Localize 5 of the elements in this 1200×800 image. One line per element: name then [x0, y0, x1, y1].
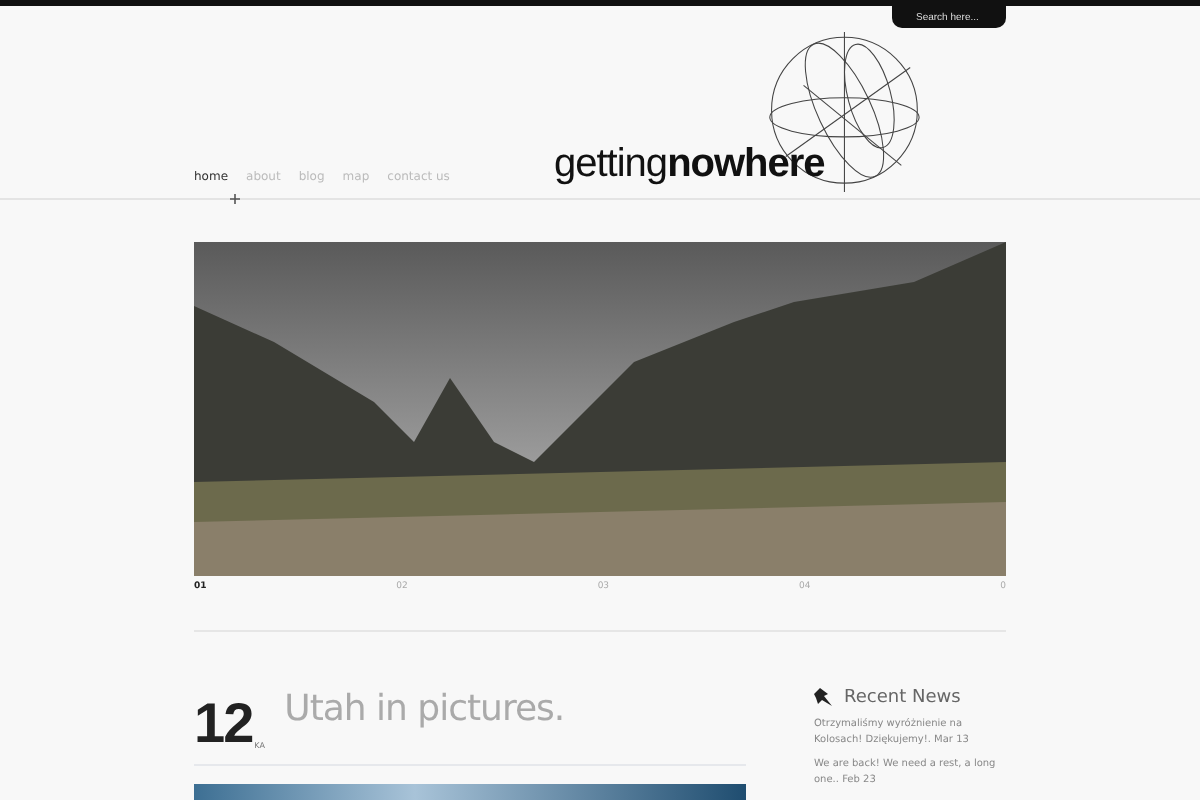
sidebar-title: Recent News — [844, 688, 961, 708]
pin-icon — [814, 688, 834, 708]
active-marker-icon — [230, 194, 240, 204]
post-title[interactable]: Utah in pictures. — [284, 688, 565, 730]
post-day: 12 — [194, 692, 253, 756]
